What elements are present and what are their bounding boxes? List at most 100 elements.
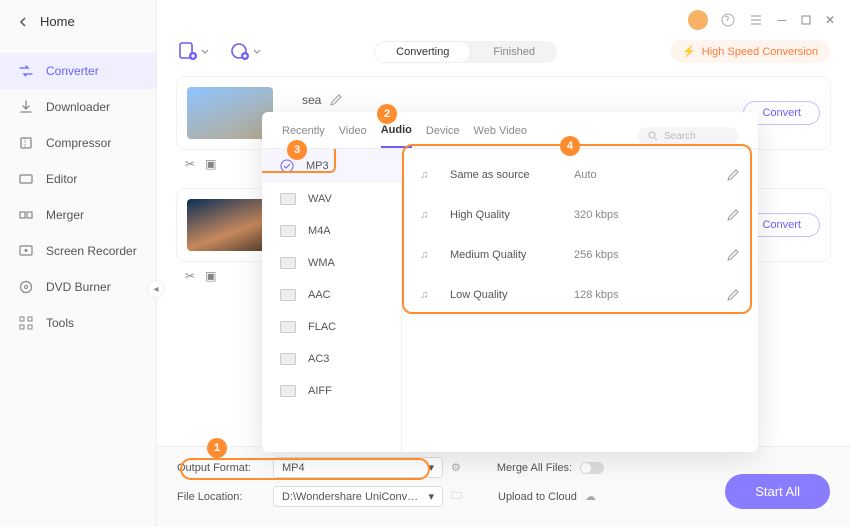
settings-icon[interactable]: ⚙	[451, 461, 461, 474]
quality-row[interactable]: ♫ Same as source Auto	[416, 155, 744, 195]
format-selected-icon	[280, 159, 294, 173]
sidebar-item-merger[interactable]: Merger	[0, 197, 156, 233]
add-file-button[interactable]	[177, 41, 209, 63]
sidebar-item-label: Tools	[46, 316, 74, 330]
sidebar-item-converter[interactable]: Converter	[0, 53, 156, 89]
music-note-icon: ♫	[420, 249, 436, 261]
back-icon[interactable]	[18, 17, 28, 27]
popup-tab-device[interactable]: Device	[426, 125, 460, 147]
music-note-icon: ♫	[420, 209, 436, 221]
popup-tab-audio[interactable]: Audio	[381, 124, 412, 148]
sidebar-item-label: Converter	[46, 64, 99, 78]
filename-edit: sea	[302, 93, 343, 107]
collapse-sidebar-button[interactable]: ◂	[147, 280, 165, 298]
trim-icon[interactable]: ✂	[185, 157, 195, 171]
lightning-icon: ⚡	[682, 45, 696, 58]
add-folder-button[interactable]	[229, 41, 261, 63]
crop-icon[interactable]: ▣	[205, 157, 216, 171]
bottom-bar: Output Format: MP4 ▾ ⚙ Merge All Files: …	[157, 446, 850, 527]
crop-icon[interactable]: ▣	[205, 269, 216, 283]
format-icon	[280, 289, 296, 301]
close-button[interactable]: ✕	[824, 14, 836, 26]
status-segmented: Converting Finished	[374, 41, 557, 63]
tools-icon	[18, 315, 34, 331]
output-format-label: Output Format:	[177, 462, 265, 474]
sidebar-item-label: DVD Burner	[46, 280, 111, 294]
file-location-dropdown[interactable]: D:\Wondershare UniConverter 1 ▾	[273, 486, 443, 507]
thumbnail[interactable]	[187, 87, 273, 139]
thumbnail[interactable]	[187, 199, 273, 251]
high-speed-conversion[interactable]: ⚡ High Speed Conversion	[670, 40, 830, 63]
support-icon[interactable]	[720, 12, 736, 28]
merge-toggle[interactable]	[580, 462, 604, 474]
music-note-icon: ♫	[420, 289, 436, 301]
format-item-mp3[interactable]: MP3	[262, 149, 401, 183]
annotation-badge-2: 2	[377, 104, 397, 124]
sidebar-item-label: Downloader	[46, 100, 110, 114]
sidebar-item-editor[interactable]: Editor	[0, 161, 156, 197]
sidebar-item-label: Editor	[46, 172, 77, 186]
edit-quality-icon[interactable]	[726, 208, 740, 222]
quality-row[interactable]: ♫ Medium Quality 256 kbps	[416, 235, 744, 275]
format-item-aac[interactable]: AAC	[262, 279, 401, 311]
quality-list: ♫ Same as source Auto ♫ High Quality 320…	[402, 149, 758, 452]
format-item-aiff[interactable]: AIFF	[262, 375, 401, 407]
chevron-down-icon: ▾	[428, 461, 434, 474]
quality-row[interactable]: ♫ High Quality 320 kbps	[416, 195, 744, 235]
sidebar-item-tools[interactable]: Tools	[0, 305, 156, 341]
format-icon	[280, 225, 296, 237]
editor-icon	[18, 171, 34, 187]
format-icon	[280, 353, 296, 365]
format-item-m4a[interactable]: M4A	[262, 215, 401, 247]
output-format-dropdown[interactable]: MP4 ▾	[273, 457, 443, 478]
avatar[interactable]	[688, 10, 708, 30]
home-label: Home	[40, 14, 75, 29]
menu-icon[interactable]	[748, 12, 764, 28]
minimize-button[interactable]: ─	[776, 14, 788, 26]
edit-icon[interactable]	[329, 93, 343, 107]
sidebar-item-downloader[interactable]: Downloader	[0, 89, 156, 125]
music-note-icon: ♫	[420, 169, 436, 181]
format-item-wav[interactable]: WAV	[262, 183, 401, 215]
sidebar: Home Converter Downloader Compressor Edi…	[0, 0, 157, 527]
search-icon	[648, 131, 658, 141]
tab-finished[interactable]: Finished	[471, 41, 557, 63]
popup-search[interactable]: Search	[638, 127, 738, 146]
sidebar-item-label: Compressor	[46, 136, 111, 150]
trim-icon[interactable]: ✂	[185, 269, 195, 283]
edit-quality-icon[interactable]	[726, 168, 740, 182]
format-item-flac[interactable]: FLAC	[262, 311, 401, 343]
compressor-icon	[18, 135, 34, 151]
format-item-wma[interactable]: WMA	[262, 247, 401, 279]
sidebar-item-screen-recorder[interactable]: Screen Recorder	[0, 233, 156, 269]
titlebar: ─ ✕	[157, 0, 850, 40]
tab-converting[interactable]: Converting	[374, 41, 471, 63]
sidebar-item-compressor[interactable]: Compressor	[0, 125, 156, 161]
edit-quality-icon[interactable]	[726, 288, 740, 302]
file-location-label: File Location:	[177, 491, 265, 503]
quality-row[interactable]: ♫ Low Quality 128 kbps	[416, 275, 744, 315]
maximize-button[interactable]	[800, 14, 812, 26]
format-popup: Recently Video Audio Device Web Video Se…	[262, 112, 758, 452]
merger-icon	[18, 207, 34, 223]
cloud-icon[interactable]: ☁	[585, 490, 596, 503]
format-item-ac3[interactable]: AC3	[262, 343, 401, 375]
popup-tab-video[interactable]: Video	[339, 125, 367, 147]
sidebar-item-label: Merger	[46, 208, 84, 222]
dvd-burner-icon	[18, 279, 34, 295]
format-icon	[280, 257, 296, 269]
converter-icon	[18, 63, 34, 79]
folder-icon[interactable]: 🗀	[451, 487, 462, 506]
screen-recorder-icon	[18, 243, 34, 259]
edit-quality-icon[interactable]	[726, 248, 740, 262]
popup-tab-web-video[interactable]: Web Video	[474, 125, 527, 147]
annotation-badge-3: 3	[287, 140, 307, 160]
sidebar-item-dvd-burner[interactable]: DVD Burner	[0, 269, 156, 305]
chevron-down-icon: ▾	[428, 490, 434, 503]
format-icon	[280, 321, 296, 333]
start-all-button[interactable]: Start All	[725, 474, 830, 509]
annotation-badge-1: 1	[207, 438, 227, 458]
merge-label: Merge All Files:	[497, 462, 572, 474]
format-list: MP3 WAV M4A WMA AAC FLAC AC3 AIFF	[262, 149, 402, 452]
format-icon	[280, 385, 296, 397]
